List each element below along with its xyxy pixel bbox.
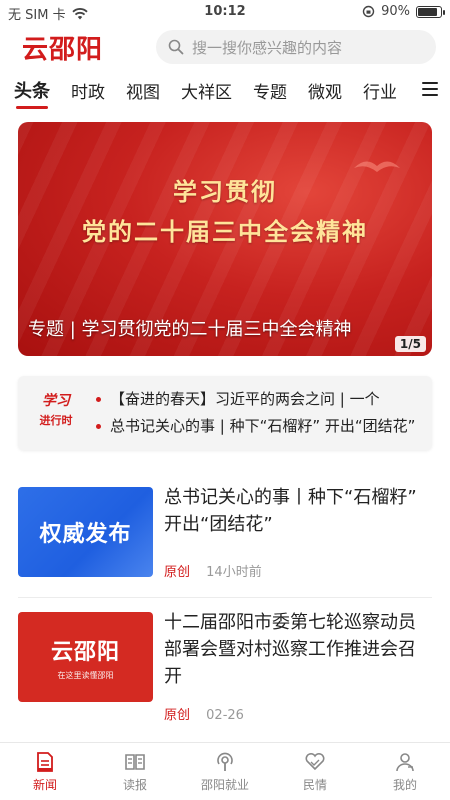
- app-logo: 云邵阳: [22, 34, 104, 65]
- thumbnail-subtext: 在这里读懂邵阳: [57, 670, 114, 680]
- search-placeholder: 搜一搜你感兴趣的内容: [192, 38, 343, 57]
- nav-public-opinion[interactable]: 民情: [270, 743, 360, 800]
- user-icon: [396, 753, 414, 772]
- study-news-box: 学习 进行时 【奋进的春天】习近平的两会之问 | 一个 总书记关心的事 | 种下…: [18, 376, 432, 450]
- tab-industry[interactable]: 行业: [363, 78, 397, 103]
- nav-employment[interactable]: 邵阳就业: [180, 743, 270, 800]
- news-meta: 原创 02-26: [164, 704, 244, 723]
- study-badge-title: 学习: [42, 393, 70, 409]
- thumbnail-text: 云邵阳: [50, 638, 120, 665]
- thumbnail-text: 权威发布: [39, 522, 132, 547]
- news-meta: 原创 14小时前: [164, 561, 262, 580]
- tab-headline[interactable]: 头条: [14, 77, 50, 109]
- banner-title: 学习贯彻 党的二十届三中全会精神: [18, 172, 432, 252]
- nav-label: 我的: [392, 778, 417, 792]
- banner-title-line2: 党的二十届三中全会精神: [82, 218, 368, 246]
- news-time: 14小时前: [206, 565, 262, 580]
- banner-caption: 专题 | 学习贯彻党的二十届三中全会精神: [28, 319, 352, 340]
- tab-special-topics[interactable]: 专题: [253, 78, 287, 103]
- news-tag: 原创: [164, 708, 191, 723]
- channel-tabs: 头条 时政 视图 大祥区 专题 微观 行业: [0, 74, 450, 109]
- app-header: 云邵阳 搜一搜你感兴趣的内容: [0, 24, 450, 70]
- podcast-icon: [217, 752, 233, 771]
- search-bar[interactable]: 搜一搜你感兴趣的内容: [156, 30, 436, 64]
- menu-icon[interactable]: [422, 82, 438, 96]
- heart-hands-icon: [305, 752, 325, 771]
- nav-label: 民情: [302, 778, 327, 792]
- status-bar: 无 SIM 卡 10:12 90%: [0, 0, 450, 24]
- nav-profile[interactable]: 我的: [360, 743, 450, 800]
- battery-icon: [416, 5, 445, 18]
- nav-news[interactable]: 新闻: [0, 743, 90, 800]
- study-item[interactable]: 总书记关心的事 | 种下“石榴籽” 开出“团结花”: [96, 413, 418, 440]
- tab-daxiang-district[interactable]: 大祥区: [181, 78, 232, 103]
- news-item[interactable]: 权威发布 总书记关心的事丨种下“石榴籽” 开出“团结花” 原创 14小时前: [18, 487, 432, 580]
- tab-politics[interactable]: 时政: [71, 78, 105, 103]
- news-thumbnail: 权威发布: [18, 487, 153, 577]
- news-icon: [37, 752, 53, 772]
- study-badge: 学习 进行时: [28, 390, 84, 436]
- bottom-nav: 新闻 读报 邵阳就业 民情 我的: [0, 742, 450, 800]
- news-title: 十二届邵阳市委第七轮巡察动员部署会暨对村巡察工作推进会召开: [164, 612, 416, 687]
- news-thumbnail: 云邵阳 在这里读懂邵阳: [18, 612, 153, 702]
- nav-label: 邵阳就业: [200, 778, 249, 792]
- news-title: 总书记关心的事丨种下“石榴籽” 开出“团结花”: [164, 487, 417, 535]
- banner-carousel[interactable]: 学习贯彻 党的二十届三中全会精神 专题 | 学习贯彻党的二十届三中全会精神 1/…: [18, 122, 432, 356]
- news-tag: 原创: [164, 565, 191, 580]
- divider: [18, 597, 432, 598]
- nav-newspaper[interactable]: 读报: [90, 743, 180, 800]
- search-icon: [168, 39, 184, 55]
- banner-title-line1: 学习贯彻: [173, 178, 277, 206]
- battery-percent: 90%: [381, 4, 410, 19]
- study-badge-subtitle: 进行时: [39, 414, 73, 427]
- news-time: 02-26: [206, 708, 244, 723]
- newspaper-icon: [125, 754, 145, 770]
- tab-micro-view[interactable]: 微观: [308, 78, 342, 103]
- nav-label: 新闻: [32, 778, 57, 792]
- banner-page-indicator: 1/5: [394, 336, 426, 352]
- news-item[interactable]: 云邵阳 在这里读懂邵阳 十二届邵阳市委第七轮巡察动员部署会暨对村巡察工作推进会召…: [18, 612, 432, 723]
- nav-label: 读报: [122, 778, 147, 792]
- orientation-lock-icon: [362, 5, 375, 18]
- study-item[interactable]: 【奋进的春天】习近平的两会之问 | 一个: [96, 386, 418, 413]
- tab-video[interactable]: 视图: [126, 78, 160, 103]
